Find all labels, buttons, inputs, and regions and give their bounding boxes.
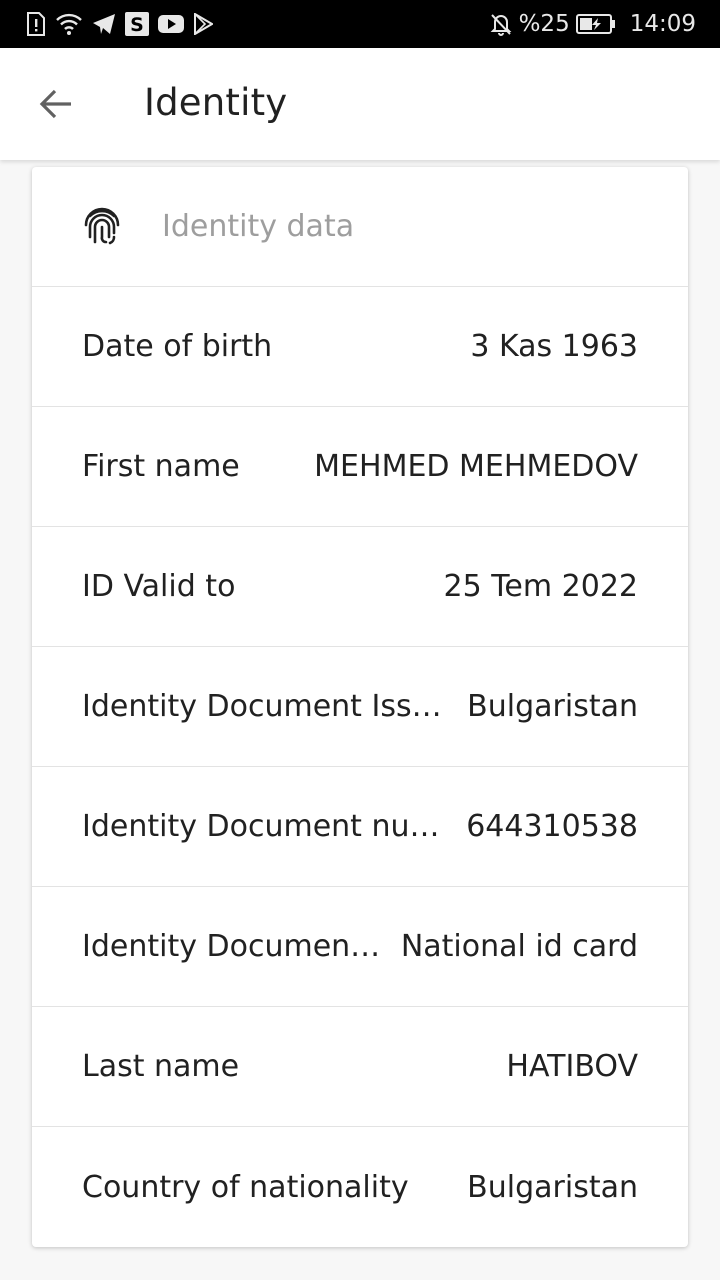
row-value: MEHMED MEHMEDOV [314, 449, 638, 484]
telegram-icon [92, 13, 116, 35]
row-label: Last name [82, 1049, 240, 1084]
row-value: 3 Kas 1963 [470, 329, 638, 364]
notifications-off-icon [489, 12, 513, 36]
status-bar-right: %25 14:09 [489, 11, 696, 37]
row-value: 644310538 [466, 809, 638, 844]
row-label: Identity Document… [82, 929, 381, 964]
card-header: Identity data [32, 167, 688, 287]
list-item: Country of nationality Bulgaristan [32, 1127, 688, 1247]
list-item: First name MEHMED MEHMEDOV [32, 407, 688, 527]
back-button[interactable] [30, 78, 82, 130]
row-value: 25 Tem 2022 [443, 569, 638, 604]
youtube-icon [158, 14, 184, 34]
battery-charging-icon [575, 13, 616, 35]
row-label: Identity Document Issu… [82, 689, 448, 724]
row-value: National id card [400, 929, 638, 964]
row-label: Identity Document num… [82, 809, 447, 844]
list-item: Identity Document Issu… Bulgaristan [32, 647, 688, 767]
battery-percent: %25 [518, 11, 570, 37]
fingerprint-icon [82, 207, 122, 247]
row-value: Bulgaristan [467, 689, 638, 724]
list-item: Identity Document num… 644310538 [32, 767, 688, 887]
app-bar: Identity [0, 48, 720, 160]
status-bar: S %25 14:09 [0, 0, 720, 48]
row-label: ID Valid to [82, 569, 236, 604]
list-item: Date of birth 3 Kas 1963 [32, 287, 688, 407]
list-item: Identity Document… National id card [32, 887, 688, 1007]
clock: 14:09 [629, 11, 696, 37]
row-label: Country of nationality [82, 1169, 409, 1205]
s-app-icon: S [125, 12, 149, 36]
status-bar-left: S [26, 12, 222, 36]
page-title: Identity [144, 81, 288, 124]
row-label: First name [82, 449, 240, 484]
arrow-back-icon [38, 86, 74, 122]
row-value: Bulgaristan [467, 1169, 638, 1205]
row-label: Date of birth [82, 329, 273, 364]
sim-alert-icon [26, 12, 46, 36]
card-title: Identity data [162, 209, 355, 244]
svg-text:S: S [130, 14, 144, 36]
row-value: HATIBOV [506, 1049, 638, 1084]
play-store-icon [193, 13, 213, 35]
wifi-icon [55, 12, 83, 36]
identity-data-card: Identity data Date of birth 3 Kas 1963 F… [32, 167, 688, 1247]
list-item: ID Valid to 25 Tem 2022 [32, 527, 688, 647]
list-item: Last name HATIBOV [32, 1007, 688, 1127]
